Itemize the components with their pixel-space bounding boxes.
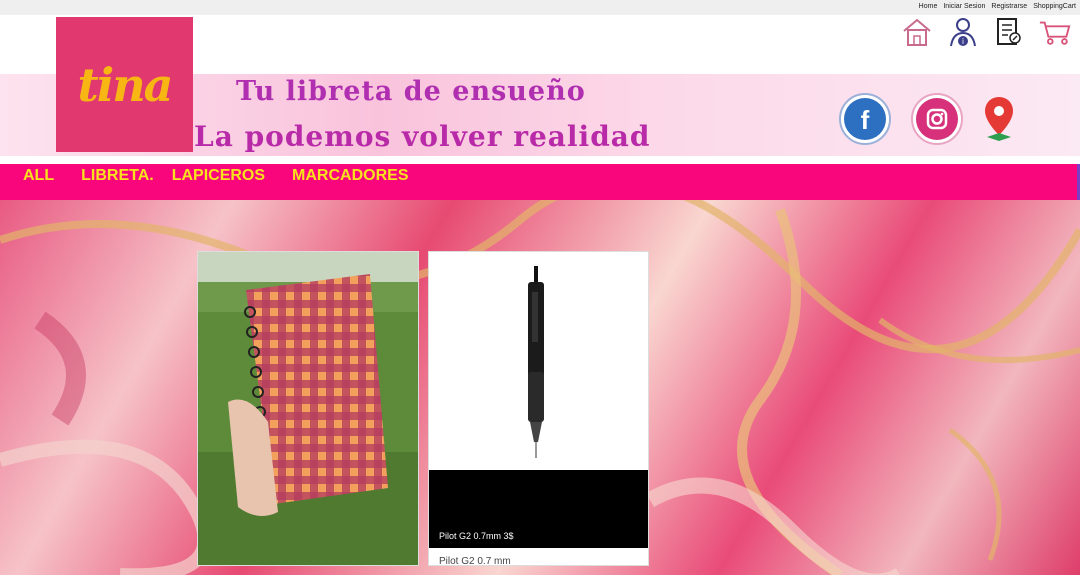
facebook-icon[interactable]: f	[838, 92, 892, 151]
tagline-line1: Tu libreta de ensueño	[236, 76, 586, 107]
top-links: Home Iniciar Sesion Registrarse Shopping…	[919, 3, 1076, 10]
pen-product-name[interactable]: Pilot G2 0.7 mm	[439, 556, 511, 565]
document-edit-icon[interactable]	[992, 16, 1026, 48]
product-card-notebook[interactable]	[197, 251, 419, 566]
svg-text:f: f	[861, 105, 870, 135]
pen-photo	[429, 252, 648, 470]
cart-icon[interactable]	[1038, 16, 1072, 48]
social-icons: f	[838, 92, 1016, 151]
shopping-cart-link[interactable]: ShoppingCart	[1033, 3, 1076, 10]
home-link[interactable]: Home	[919, 3, 938, 10]
svg-text:i: i	[962, 37, 964, 46]
user-info-icon[interactable]: i	[946, 16, 980, 48]
nav-marcadores[interactable]: MARCADORES	[292, 167, 408, 185]
nav-libreta[interactable]: LIBRETA.	[81, 167, 154, 185]
logo-text: tina	[77, 57, 174, 112]
product-card-pen[interactable]: Pilot G2 0.7mm 3$ Pilot G2 0.7 mm	[428, 251, 649, 566]
nav-lapiceros[interactable]: LAPICEROS	[172, 167, 265, 185]
tagline-line2: La podemos volver realidad	[194, 120, 651, 153]
login-link[interactable]: Iniciar Sesion	[943, 3, 985, 10]
instagram-icon[interactable]	[910, 92, 964, 151]
location-pin-icon[interactable]	[982, 95, 1016, 148]
category-nav: ALL LIBRETA. LAPICEROS MARCADORES	[23, 167, 427, 185]
nav-all[interactable]: ALL	[23, 167, 54, 185]
register-link[interactable]: Registrarse	[991, 3, 1027, 10]
home-icon[interactable]	[900, 16, 934, 48]
notebook-photo	[198, 252, 418, 565]
header-icons: i	[900, 16, 1072, 48]
site-logo[interactable]: tina	[56, 17, 193, 152]
pen-price-caption: Pilot G2 0.7mm 3$	[439, 531, 514, 541]
